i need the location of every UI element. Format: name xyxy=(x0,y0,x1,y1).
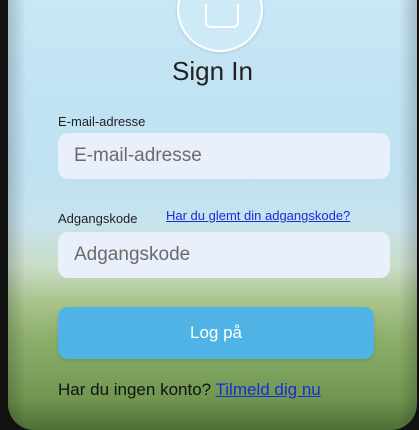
login-button[interactable]: Log på xyxy=(58,307,374,359)
email-label: E-mail-adresse xyxy=(58,114,146,129)
password-label: Adgangskode xyxy=(58,211,138,226)
page-title: Sign In xyxy=(172,56,253,86)
sign-in-card: Sign In E-mail-adresse Adgangskode Har d… xyxy=(8,0,417,430)
email-field[interactable] xyxy=(58,133,390,179)
screen-frame: Sign In E-mail-adresse Adgangskode Har d… xyxy=(0,0,419,430)
password-field[interactable] xyxy=(58,232,390,278)
app-logo-icon xyxy=(177,0,263,52)
signup-link[interactable]: Tilmeld dig nu xyxy=(216,380,321,399)
forgot-password-link[interactable]: Har du glemt din adgangskode? xyxy=(166,208,350,223)
signup-row: Har du ingen konto? Tilmeld dig nu xyxy=(58,380,321,400)
signup-prompt: Har du ingen konto? xyxy=(58,380,212,399)
logo-glyph xyxy=(205,4,239,28)
